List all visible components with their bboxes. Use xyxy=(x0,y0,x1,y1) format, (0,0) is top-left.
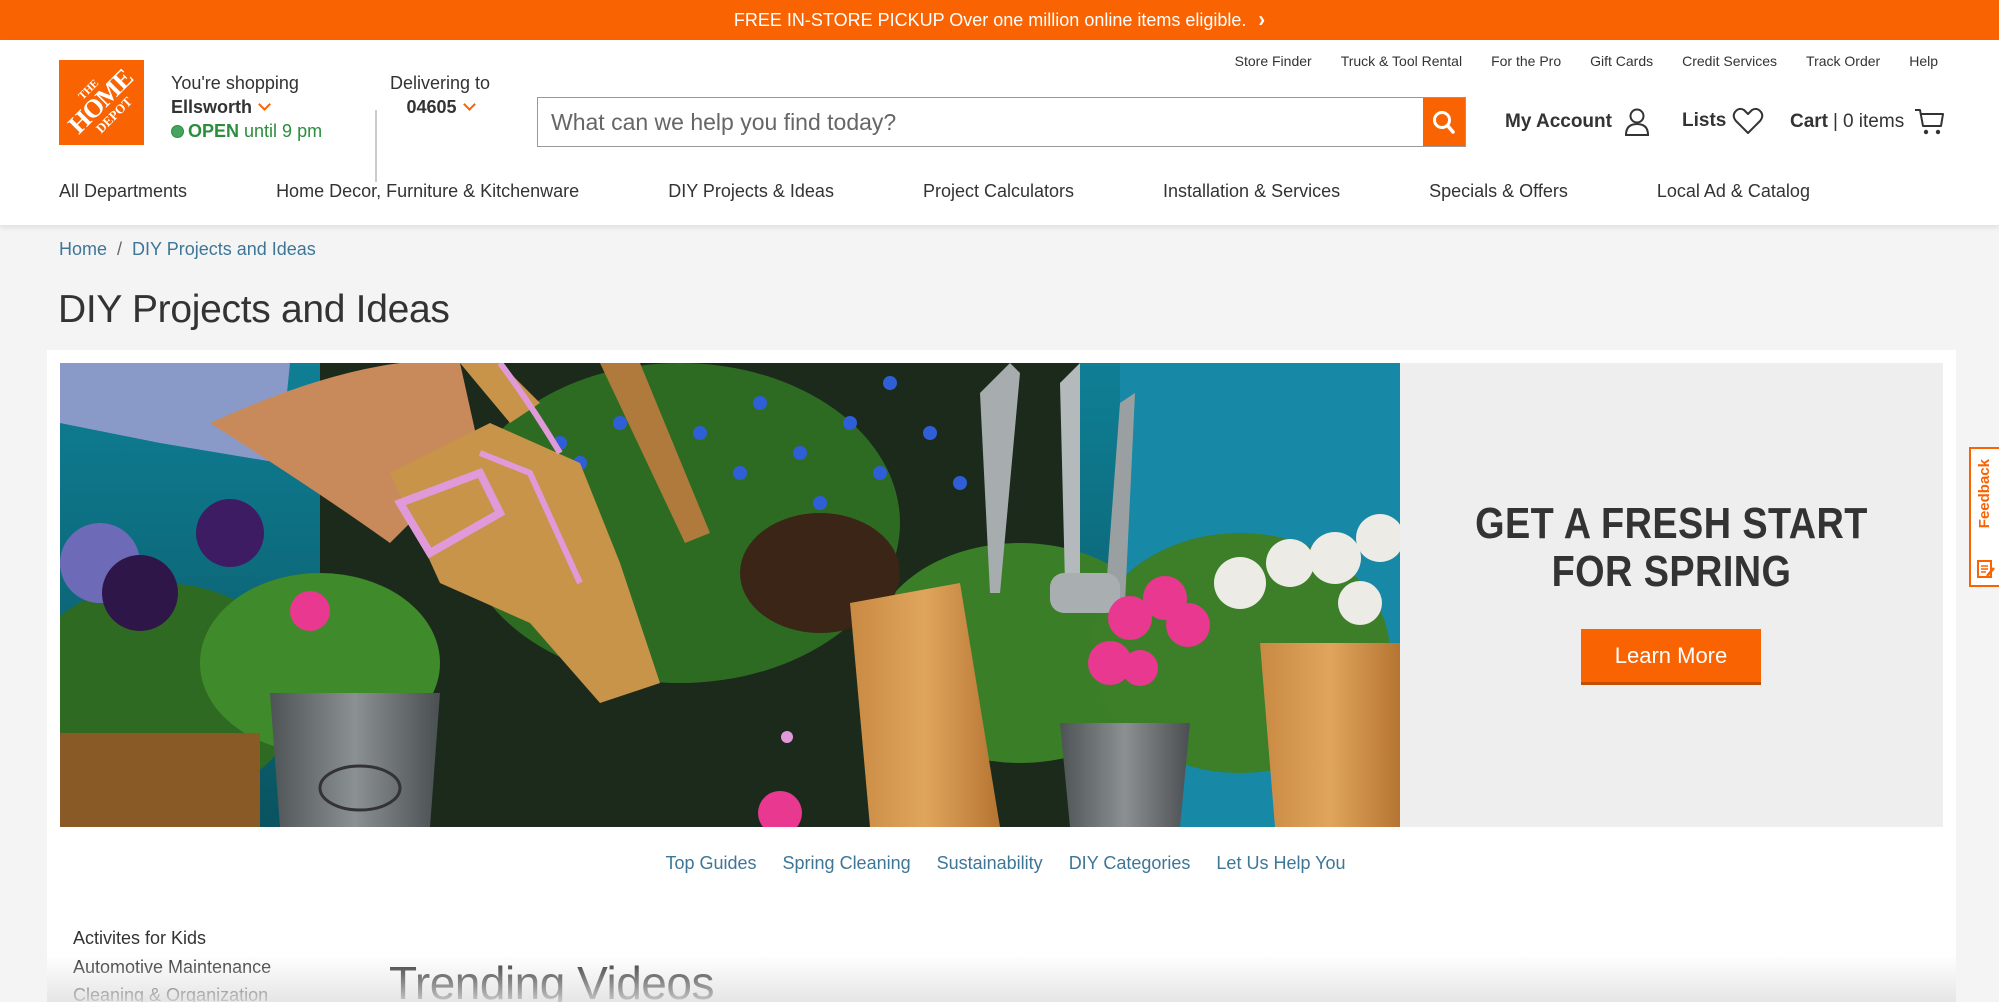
chevron-down-icon xyxy=(462,98,476,111)
account-label: My Account xyxy=(1505,111,1612,132)
utility-links: Store Finder Truck & Tool Rental For the… xyxy=(1206,53,1938,69)
anchor-diy-categories[interactable]: DIY Categories xyxy=(1069,853,1191,874)
search-icon xyxy=(1433,111,1455,134)
category-item[interactable]: Automotive Maintenance xyxy=(73,953,271,982)
heart-icon xyxy=(1733,107,1764,134)
lists-label: Lists xyxy=(1682,110,1727,131)
main-nav: All Departments Home Decor, Furniture & … xyxy=(59,181,1810,202)
search-input[interactable] xyxy=(538,98,1423,146)
delivery-zip: 04605 xyxy=(406,97,457,117)
nav-home-decor[interactable]: Home Decor, Furniture & Kitchenware xyxy=(276,181,579,202)
nav-project-calculators[interactable]: Project Calculators xyxy=(923,181,1074,202)
my-account-link[interactable]: My Account xyxy=(1505,107,1652,137)
hero-headline: GET A FRESH START FOR SPRING xyxy=(1438,500,1905,596)
store-status: OPEN xyxy=(188,121,240,141)
breadcrumb: Home / DIY Projects and Ideas xyxy=(59,239,316,260)
anchor-sustainability[interactable]: Sustainability xyxy=(937,853,1043,874)
chevron-right-icon: › xyxy=(1258,7,1266,32)
nav-installation-services[interactable]: Installation & Services xyxy=(1163,181,1340,202)
store-selector[interactable]: You're shopping Ellsworth OPEN until 9 p… xyxy=(171,71,322,143)
nav-all-departments[interactable]: All Departments xyxy=(59,181,187,202)
gardening-illustration xyxy=(60,363,1400,827)
promo-text: FREE IN-STORE PICKUP Over one million on… xyxy=(733,9,1247,30)
link-truck-tool-rental[interactable]: Truck & Tool Rental xyxy=(1341,53,1462,69)
anchor-top-guides[interactable]: Top Guides xyxy=(665,853,756,874)
breadcrumb-separator: / xyxy=(117,239,123,259)
link-for-the-pro[interactable]: For the Pro xyxy=(1491,53,1561,69)
link-gift-cards[interactable]: Gift Cards xyxy=(1590,53,1653,69)
link-store-finder[interactable]: Store Finder xyxy=(1235,53,1312,69)
lists-link[interactable]: Lists xyxy=(1682,107,1764,135)
feedback-label: Feedback xyxy=(1976,459,1993,529)
delivery-label: Delivering to xyxy=(390,73,491,93)
store-name: Ellsworth xyxy=(171,97,253,117)
page-title: DIY Projects and Ideas xyxy=(58,288,450,331)
cart-count: 0 items xyxy=(1842,111,1905,132)
anchor-spring-cleaning[interactable]: Spring Cleaning xyxy=(783,853,911,874)
nav-diy-projects[interactable]: DIY Projects & Ideas xyxy=(668,181,834,202)
learn-more-button[interactable]: Learn More xyxy=(1581,629,1761,682)
store-hours: until 9 pm xyxy=(244,121,323,141)
store-label: You're shopping xyxy=(171,73,299,93)
hero-image[interactable] xyxy=(60,363,1400,827)
section-anchor-nav: Top Guides Spring Cleaning Sustainabilit… xyxy=(0,853,1999,874)
search-button[interactable] xyxy=(1423,98,1465,146)
category-item[interactable]: Cleaning & Organization xyxy=(73,981,271,1002)
breadcrumb-diy[interactable]: DIY Projects and Ideas xyxy=(132,239,316,259)
breadcrumb-home[interactable]: Home xyxy=(59,239,107,259)
site-header: THE HOME DEPOT You're shopping Ellsworth… xyxy=(0,40,1999,225)
cart-separator: | xyxy=(1833,111,1838,132)
link-help[interactable]: Help xyxy=(1909,53,1938,69)
link-track-order[interactable]: Track Order xyxy=(1806,53,1880,69)
cart-icon xyxy=(1915,109,1945,135)
anchor-let-us-help[interactable]: Let Us Help You xyxy=(1216,853,1345,874)
promo-banner[interactable]: FREE IN-STORE PICKUP Over one million on… xyxy=(0,0,1999,40)
hero-promo-panel: GET A FRESH START FOR SPRING Learn More xyxy=(1400,363,1943,827)
cart-link[interactable]: Cart | 0 items xyxy=(1790,107,1946,137)
trending-videos-heading: Trending Videos xyxy=(389,957,714,1002)
header-divider xyxy=(375,110,377,182)
feedback-form-icon xyxy=(1977,560,1995,578)
search-bar xyxy=(537,97,1466,147)
nav-local-ad[interactable]: Local Ad & Catalog xyxy=(1657,181,1810,202)
category-list: Activites for Kids Automotive Maintenanc… xyxy=(73,924,271,1002)
hero-headline-line1: GET A FRESH START xyxy=(1475,499,1868,548)
home-depot-logo[interactable]: THE HOME DEPOT xyxy=(59,60,144,145)
delivery-zip-selector[interactable]: Delivering to 04605 xyxy=(390,71,490,119)
nav-specials-offers[interactable]: Specials & Offers xyxy=(1429,181,1568,202)
cart-label: Cart xyxy=(1790,111,1829,132)
chevron-down-icon xyxy=(258,98,271,111)
link-credit-services[interactable]: Credit Services xyxy=(1682,53,1777,69)
category-item[interactable]: Activites for Kids xyxy=(73,924,271,953)
status-dot-icon xyxy=(171,125,184,138)
logo-text: THE HOME DEPOT xyxy=(59,60,144,145)
user-icon xyxy=(1624,108,1649,136)
hero-headline-line2: FOR SPRING xyxy=(1551,547,1792,596)
feedback-tab[interactable]: Feedback xyxy=(1969,447,1999,587)
